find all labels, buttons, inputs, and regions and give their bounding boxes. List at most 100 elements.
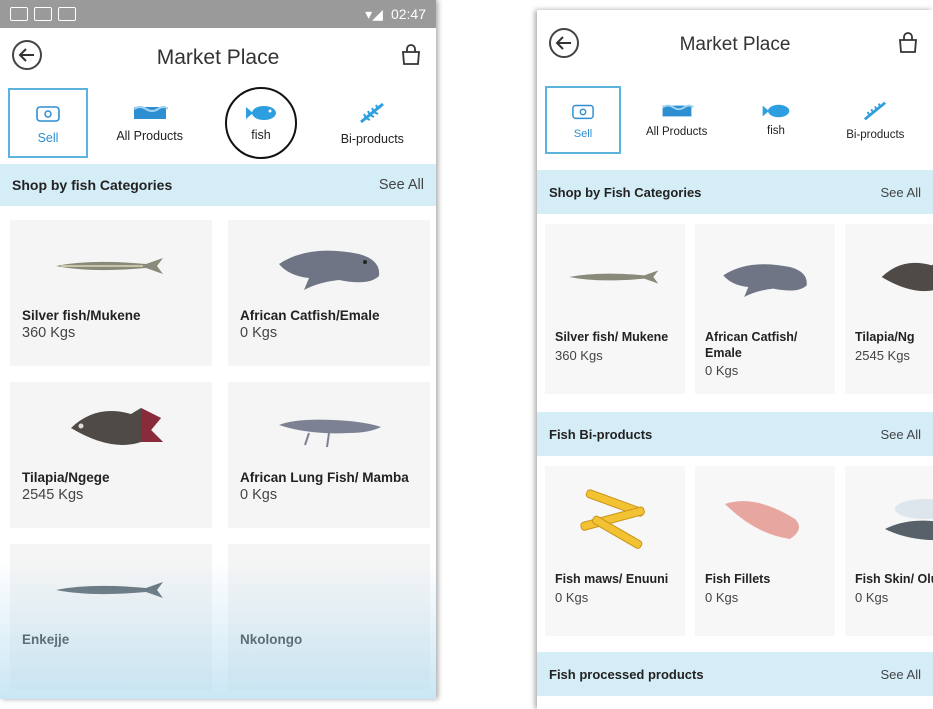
highlight-circle	[224, 87, 297, 159]
tab-sell-label: Sell	[37, 131, 59, 145]
section-header: Fish Bi-products See All	[537, 412, 933, 456]
shopping-bag-icon[interactable]	[400, 44, 422, 66]
category-tabs: Sell All Products fish Bi-products	[0, 87, 436, 159]
product-quantity: 0 Kgs	[705, 363, 739, 379]
product-quantity: 2545 Kgs	[855, 347, 910, 363]
tab-all-products[interactable]: All Products	[627, 85, 726, 155]
back-arrow-icon[interactable]	[549, 28, 579, 58]
tilapia-image	[855, 232, 933, 322]
tab-all-products-label: All Products	[116, 129, 184, 143]
product-quantity: 2545 Kgs	[22, 487, 84, 503]
sell-icon	[572, 104, 594, 120]
product-card[interactable]: Silver fish/ Mukene 360 Kgs	[545, 224, 685, 394]
product-card[interactable]: African Lung Fish/ Mamba 0 Kgs	[228, 382, 430, 528]
fish-fillets-image	[705, 474, 825, 564]
see-all-link[interactable]: See All	[881, 427, 921, 442]
section-title: Shop by Fish Categories	[549, 184, 702, 200]
bi-products-icon	[864, 101, 887, 121]
product-name: Fish maws/ Enuuni	[555, 572, 669, 586]
tab-fish[interactable]: fish	[205, 87, 316, 159]
tab-bi-products[interactable]: Bi-products	[826, 85, 925, 155]
tab-sell[interactable]: Sell	[545, 86, 621, 154]
page-title: Market Place	[156, 46, 280, 69]
tab-sell[interactable]: Sell	[8, 88, 88, 158]
product-name: Tilapia/Ng	[855, 330, 915, 344]
tilapia-image	[22, 392, 200, 464]
product-quantity: 0 Kgs	[855, 589, 889, 605]
enkejje-image	[22, 554, 200, 626]
notification-icons	[10, 7, 76, 21]
product-quantity: 0 Kgs	[240, 487, 278, 503]
tab-fish[interactable]: fish	[726, 85, 825, 155]
product-name: Silver fish/Mukene	[22, 308, 141, 323]
product-card[interactable]: Silver fish/Mukene 360 Kgs	[10, 220, 212, 366]
bi-products-icon	[360, 102, 385, 124]
product-card[interactable]: Fish Skin/ Oluliba 0 Kgs	[845, 466, 933, 636]
product-card[interactable]: African Catfish/ Emale 0 Kgs	[695, 224, 835, 394]
tab-all-products[interactable]: All Products	[94, 88, 205, 158]
back-arrow-icon[interactable]	[12, 40, 42, 70]
catfish-image	[240, 230, 418, 302]
section-header: Fish processed products See All	[537, 652, 933, 696]
product-card[interactable]: Enkejje	[10, 544, 212, 690]
nkolongo-image	[240, 554, 418, 626]
app-bar: Market Place	[537, 10, 933, 80]
lung-fish-image	[240, 392, 418, 464]
section-title: Shop by fish Categories	[12, 177, 173, 193]
tab-bi-products-label: Bi-products	[340, 132, 404, 146]
fish-skin-image	[855, 474, 933, 564]
section-header: Shop by fish Categories See All	[0, 164, 436, 206]
product-name: Silver fish/ Mukene	[555, 330, 669, 344]
status-time: 02:47	[390, 6, 426, 22]
tab-all-products-label: All Products	[645, 126, 708, 138]
silver-fish-image	[555, 232, 675, 322]
right-phone-screen: Market Place Sell All Products fish Bi-p…	[537, 10, 933, 709]
product-quantity: 360 Kgs	[22, 325, 76, 341]
tab-sell-label: Sell	[573, 128, 593, 140]
product-name: Enkejje	[22, 632, 70, 647]
product-card[interactable]: Nkolongo	[228, 544, 430, 690]
fish-categories-row: Silver fish/ Mukene 360 Kgs African Catf…	[537, 214, 933, 394]
product-card[interactable]: Tilapia/Ngege 2545 Kgs	[10, 382, 212, 528]
product-name: Tilapia/Ngege	[22, 470, 110, 485]
product-quantity: 0 Kgs	[240, 325, 278, 341]
category-tabs: Sell All Products fish Bi-products	[537, 80, 933, 160]
product-quantity: 0 Kgs	[555, 589, 589, 605]
see-all-link[interactable]: See All	[881, 667, 921, 682]
product-name: Fish Fillets	[705, 572, 771, 586]
fish-maws-image	[555, 474, 675, 564]
product-card[interactable]: Tilapia/Ng 2545 Kgs	[845, 224, 933, 394]
product-name: African Catfish/ Emale	[705, 330, 798, 360]
product-quantity: 360 Kgs	[555, 347, 603, 363]
product-card[interactable]: Fish maws/ Enuuni 0 Kgs	[545, 466, 685, 636]
product-card[interactable]: African Catfish/Emale 0 Kgs	[228, 220, 430, 366]
see-all-link[interactable]: See All	[379, 177, 424, 193]
product-name: African Catfish/Emale	[240, 308, 380, 323]
signal-icon: ▾◢	[365, 5, 383, 22]
see-all-link[interactable]: See All	[881, 185, 921, 200]
left-phone-screen: ▾◢ 02:47 Market Place Sell All Products	[0, 0, 436, 699]
silver-fish-image	[22, 230, 200, 302]
product-name: Fish Skin/ Oluliba	[855, 572, 933, 586]
section-title: Fish processed products	[549, 666, 704, 682]
product-name: Nkolongo	[240, 632, 303, 647]
shopping-bag-icon[interactable]	[897, 32, 919, 54]
product-grid: Silver fish/Mukene 360 Kgs African Catfi…	[0, 206, 436, 690]
app-bar: Market Place	[0, 28, 436, 88]
page-title: Market Place	[679, 34, 791, 55]
fish-bi-products-row: Fish maws/ Enuuni 0 Kgs Fish Fillets 0 K…	[537, 456, 933, 636]
product-card[interactable]: Fish Fillets 0 Kgs	[695, 466, 835, 636]
tab-bi-products[interactable]: Bi-products	[317, 88, 428, 158]
all-products-icon	[133, 106, 168, 119]
fish-icon	[762, 104, 790, 118]
section-header: Shop by Fish Categories See All	[537, 170, 933, 214]
catfish-image	[705, 232, 825, 322]
tab-bi-products-label: Bi-products	[846, 129, 905, 141]
all-products-icon	[661, 104, 694, 117]
sell-icon	[36, 106, 60, 122]
section-title: Fish Bi-products	[549, 426, 653, 442]
tab-fish-label: fish	[767, 125, 785, 137]
product-quantity: 0 Kgs	[705, 589, 739, 605]
product-name: African Lung Fish/ Mamba	[240, 470, 409, 485]
status-bar: ▾◢ 02:47	[0, 0, 436, 28]
